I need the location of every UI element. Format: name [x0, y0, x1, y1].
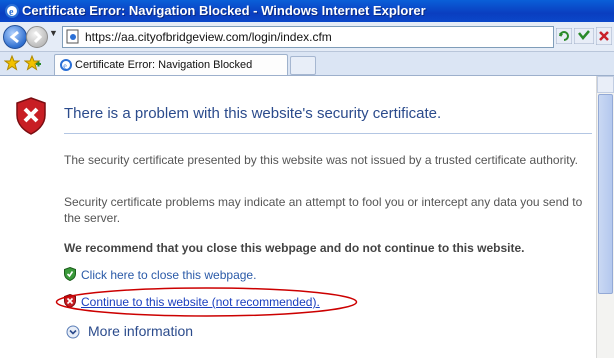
add-favorites-icon[interactable]	[24, 55, 42, 71]
new-tab-button[interactable]	[290, 56, 316, 75]
green-shield-icon	[64, 267, 76, 281]
tab-bar: e Certificate Error: Navigation Blocked	[0, 52, 614, 76]
svg-text:e: e	[63, 62, 67, 71]
refresh-icon[interactable]	[556, 28, 572, 44]
svg-text:e: e	[9, 7, 14, 18]
error-page: There is a problem with this website's s…	[0, 76, 614, 358]
window-title: Certificate Error: Navigation Blocked - …	[22, 3, 426, 18]
warning-message: Security certificate problems may indica…	[64, 195, 583, 225]
divider	[64, 133, 592, 134]
address-bar[interactable]: https://aa.cityofbridgeview.com/login/in…	[62, 26, 554, 48]
vertical-scrollbar[interactable]	[596, 76, 614, 358]
close-webpage-link[interactable]: Click here to close this webpage.	[81, 268, 256, 282]
expand-chevron-icon[interactable]	[66, 325, 80, 339]
more-information-link[interactable]: More information	[88, 323, 193, 339]
forward-icon	[33, 30, 43, 44]
go-icon[interactable]	[574, 28, 594, 44]
stop-icon[interactable]	[596, 27, 612, 45]
window-titlebar: e Certificate Error: Navigation Blocked …	[0, 0, 614, 22]
tab-label: Certificate Error: Navigation Blocked	[75, 59, 253, 71]
ie-page-icon: e	[60, 59, 72, 71]
scroll-up-button[interactable]	[597, 76, 614, 93]
history-dropdown-icon[interactable]: ▼	[49, 28, 58, 38]
certificate-message: The security certificate presented by th…	[64, 153, 579, 167]
favorites-star-icon[interactable]	[4, 55, 20, 71]
scroll-thumb[interactable]	[598, 94, 613, 294]
tab-certificate-error[interactable]: e Certificate Error: Navigation Blocked	[54, 54, 288, 75]
recommendation-text: We recommend that you close this webpage…	[64, 241, 525, 255]
page-title: There is a problem with this website's s…	[64, 105, 442, 122]
forward-button[interactable]	[26, 26, 48, 48]
url-text[interactable]: https://aa.cityofbridgeview.com/login/in…	[85, 30, 332, 44]
ie-icon: e	[5, 4, 19, 18]
back-button[interactable]	[3, 25, 27, 49]
address-toolbar: ▼ https://aa.cityofbridgeview.com/login/…	[0, 22, 614, 52]
back-icon	[9, 30, 19, 44]
error-shield-icon	[16, 97, 46, 135]
highlight-ellipse	[55, 287, 358, 317]
page-icon	[66, 29, 79, 44]
